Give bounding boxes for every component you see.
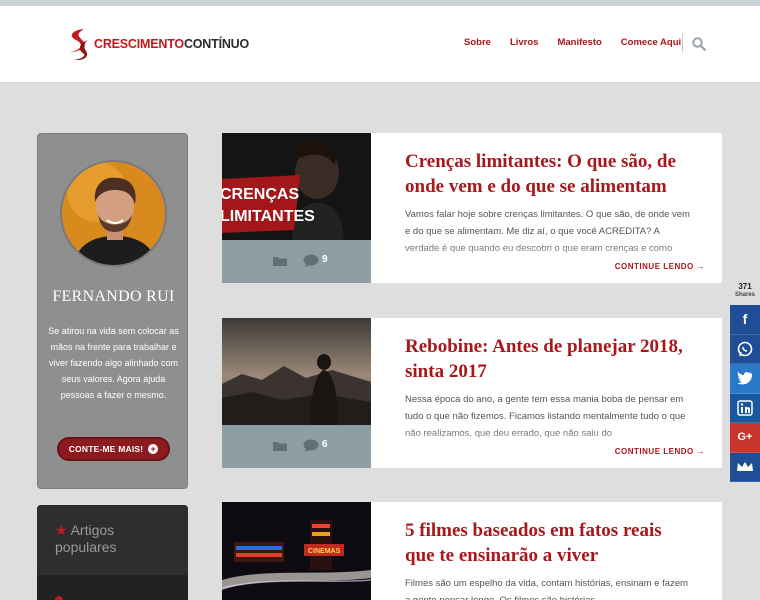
post-title[interactable]: 5 filmes baseados em fatos reais que te … — [405, 518, 695, 568]
logo-text-part2: CONTÍNUO — [183, 37, 250, 51]
site-header: CRESCIMENTOCONTÍNUO Sobre Livros Manifes… — [0, 6, 760, 83]
thumbnail-sign-text: CINEMAS — [308, 548, 341, 555]
twitter-icon — [737, 372, 752, 385]
share-google-plus-button[interactable]: G+ — [730, 423, 760, 453]
sumo-crown-icon — [737, 461, 753, 471]
folder-icon[interactable] — [272, 255, 288, 267]
post-meta-bar: 9 — [222, 240, 371, 283]
share-whatsapp-button[interactable] — [730, 334, 760, 364]
author-name: FERNANDO RUI — [52, 288, 175, 305]
search-icon[interactable] — [692, 37, 706, 51]
share-linkedin-button[interactable] — [730, 393, 760, 423]
folder-icon[interactable] — [272, 440, 288, 452]
comment-icon[interactable] — [303, 439, 319, 452]
facebook-icon: f — [742, 311, 748, 328]
post-excerpt: Filmes são um espelho da vida, contam hi… — [405, 578, 689, 600]
plus-circle-icon: + — [148, 444, 159, 454]
bullet-icon — [55, 596, 63, 600]
post-meta-bar: 6 — [222, 425, 371, 468]
google-plus-icon: G+ — [737, 431, 753, 444]
continue-reading-link[interactable]: CONTINUE LENDO → — [615, 262, 705, 271]
nav-item-sobre[interactable]: Sobre — [464, 37, 491, 48]
post-thumbnail[interactable] — [222, 318, 371, 425]
nav-item-manifesto[interactable]: Manifesto — [557, 37, 601, 48]
author-bio: Se atirou na vida sem colocar as mãos na… — [48, 326, 179, 400]
post-card: 6 Rebobine: Antes de planejar 2018, sint… — [222, 318, 722, 468]
popular-articles-widget: ★ Artigos populares — [37, 505, 188, 600]
continue-reading-link[interactable]: CONTINUE LENDO → — [615, 447, 705, 456]
post-thumbnail[interactable]: CINEMAS — [222, 502, 371, 600]
share-facebook-button[interactable]: f — [730, 305, 760, 335]
author-profile-card: FERNANDO RUI Se atirou na vida sem coloc… — [37, 133, 188, 489]
author-avatar — [60, 160, 167, 267]
site-logo[interactable]: CRESCIMENTOCONTÍNUO — [64, 26, 249, 62]
share-label: Shares — [734, 292, 755, 298]
thumbnail-text-line2: LIMITANTES — [222, 208, 315, 225]
share-count: 371 — [738, 282, 752, 291]
post-card: CRENÇAS LIMITANTES 9 Crenças limitantes:… — [222, 133, 722, 283]
nav-divider — [682, 34, 683, 52]
logo-text-part1: CRESCIMENTO — [94, 37, 184, 51]
tell-me-more-label: CONTE-ME MAIS! — [68, 444, 144, 454]
tell-me-more-button[interactable]: CONTE-ME MAIS! + — [57, 437, 170, 461]
nav-item-livros[interactable]: Livros — [510, 37, 539, 48]
whatsapp-icon — [737, 341, 753, 357]
nav-item-comece-aqui[interactable]: Comece Aqui — [621, 37, 681, 48]
post-title[interactable]: Rebobine: Antes de planejar 2018, sinta … — [405, 334, 695, 384]
thumbnail-text-line1: CRENÇAS — [222, 186, 299, 203]
share-sidebar: 371 Shares f G+ — [730, 282, 760, 482]
comment-icon[interactable] — [303, 254, 319, 267]
post-card: CINEMAS 5 filmes baseados em fatos reais… — [222, 502, 722, 600]
comment-count: 9 — [322, 254, 328, 265]
post-title[interactable]: Crenças limitantes: O que são, de onde v… — [405, 149, 695, 199]
popular-article-item[interactable] — [37, 575, 188, 600]
main-nav: Sobre Livros Manifesto Comece Aqui — [464, 37, 700, 48]
share-more-button[interactable] — [730, 452, 760, 482]
star-icon: ★ — [55, 522, 68, 538]
logo-mark-icon — [70, 29, 88, 60]
linkedin-icon — [737, 400, 753, 416]
comment-count: 6 — [322, 439, 328, 450]
share-twitter-button[interactable] — [730, 364, 760, 394]
post-thumbnail[interactable]: CRENÇAS LIMITANTES — [222, 133, 371, 240]
